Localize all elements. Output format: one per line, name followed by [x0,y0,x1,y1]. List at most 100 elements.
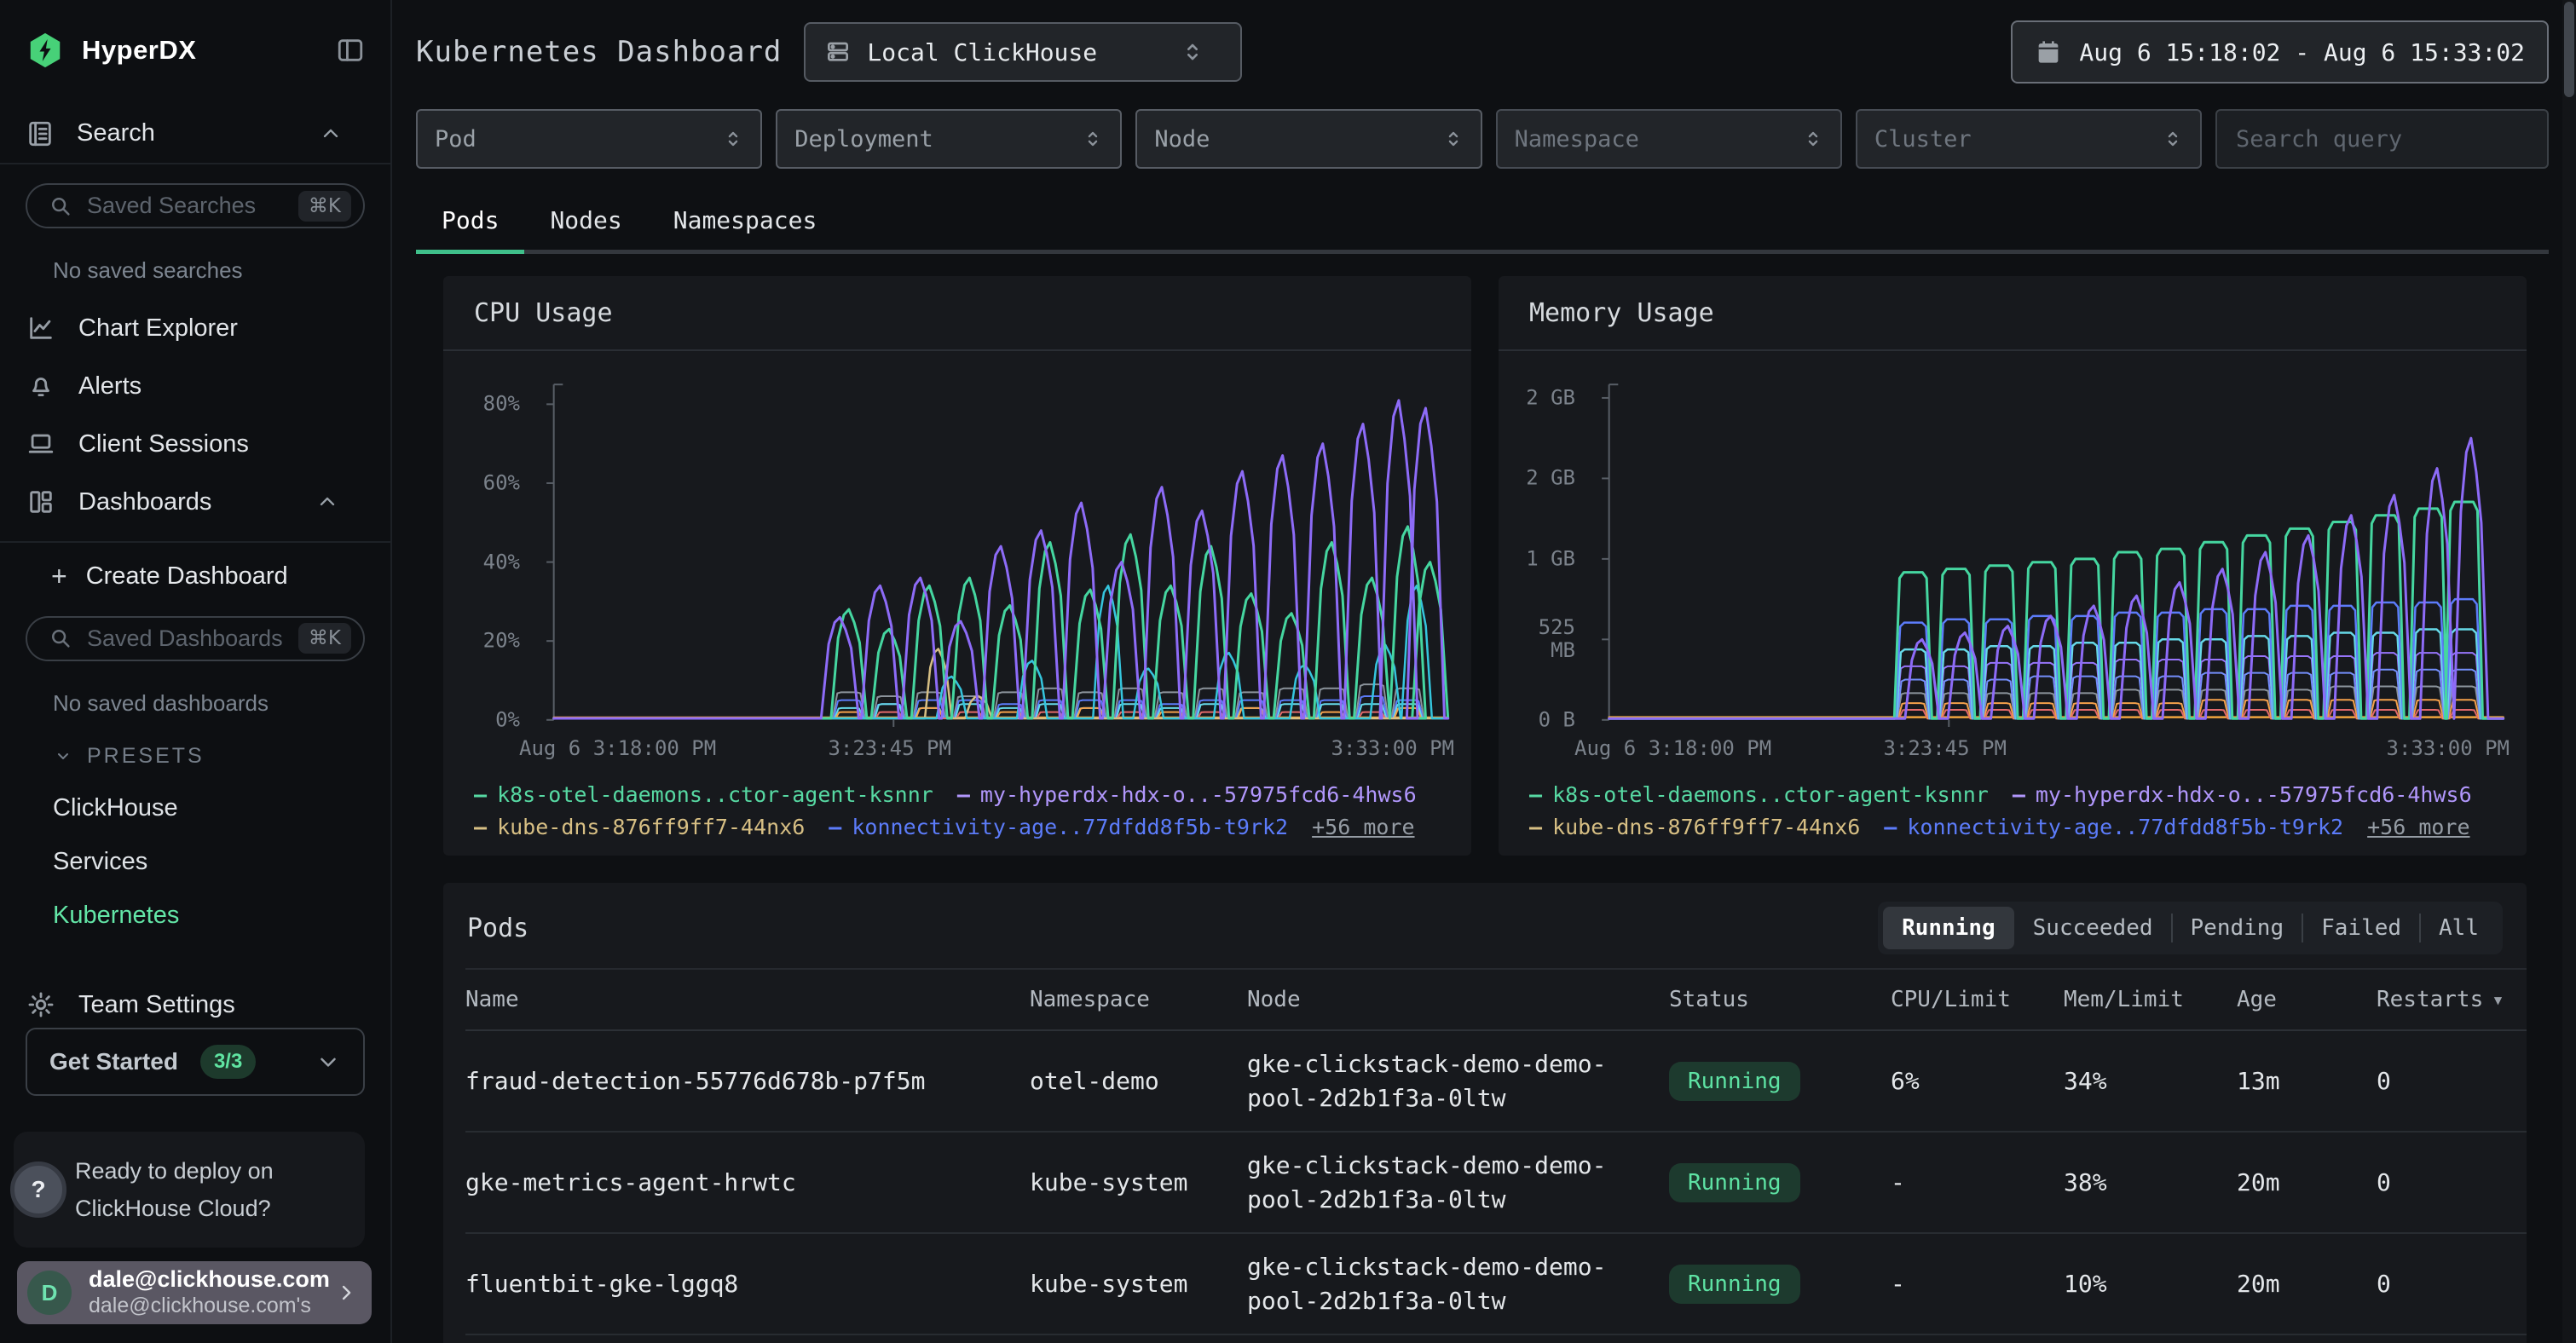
chart-explorer-icon [26,314,56,343]
pods-table: NameNamespaceNodeStatusCPU/LimitMem/Limi… [443,968,2527,1343]
presets-toggle[interactable]: PRESETS [53,744,390,769]
promo-line-1: Ready to deploy on [75,1152,351,1190]
legend-more-link[interactable]: +56 more [1312,811,1414,844]
filter-select-node[interactable]: Node [1135,109,1481,169]
y-axis-label: 60% [443,471,520,494]
tab-pods[interactable]: Pods [416,187,524,250]
get-started-label: Get Started [49,1048,178,1075]
sidebar-item-team-settings[interactable]: Team Settings [0,983,390,1028]
datasource-select[interactable]: Local ClickHouse [804,22,1242,82]
sidebar-collapse-button[interactable] [336,36,365,65]
table-row[interactable]: gke-metrics-agent-hrwtckube-systemgke-cl… [465,1133,2527,1234]
preset-list: ClickHouse Services Kubernetes [0,769,390,930]
date-range-picker[interactable]: Aug 6 15:18:02 - Aug 6 15:33:02 [2011,20,2549,84]
column-header-status[interactable]: Status [1669,987,1891,1012]
sidebar-preset-kubernetes[interactable]: Kubernetes [53,902,390,930]
status-filter-succeeded[interactable]: Succeeded [2014,907,2172,949]
cell-namespace: kube-system [1030,1168,1247,1196]
shortcut-badge: ⌘K [298,623,351,654]
tab-nodes[interactable]: Nodes [524,187,647,250]
cell-cpu-limit: - [1891,1270,2064,1298]
sidebar-item-dashboards[interactable]: Dashboards [0,473,390,531]
scrollbar-track[interactable] [2562,0,2576,1343]
cell-node: gke-clickstack-demo-demo- [1247,1335,1669,1343]
cell-age: 13m [2237,1067,2377,1095]
search-query-input[interactable] [2215,109,2549,169]
y-axis-label: 0 B [1499,708,1575,731]
y-axis: 0%20%40%60%80% [443,378,530,727]
cell-cpu-limit: - [1891,1168,2064,1196]
legend-row: —k8s-otel-daemons..ctor-agent-ksnnr—my-h… [474,779,1451,811]
status-filter-all[interactable]: All [2420,907,2498,949]
legend-more-link[interactable]: +56 more [2367,811,2469,844]
get-started-button[interactable]: Get Started 3/3 [26,1028,365,1096]
filter-select-namespace[interactable]: Namespace [1496,109,1842,169]
legend-item: —konnectivity-age..77dfdd8f5b-t9rk2 [1884,811,2343,844]
create-dashboard-button[interactable]: + Create Dashboard [0,555,390,597]
sort-caret-icon: ▾ [2492,988,2504,1012]
calendar-icon [2035,38,2062,66]
x-axis-label-end: 3:33:00 PM [2387,736,2510,760]
filter-select-label: Pod [435,126,477,153]
table-row[interactable]: fraud-detection-55776d678b-p7f5motel-dem… [465,1031,2527,1133]
saved-dashboards-input[interactable]: Saved Dashboards ⌘K [26,616,365,661]
cell-name: fluentbit-gke-lggq8 [465,1270,1030,1298]
status-filter-failed[interactable]: Failed [2302,907,2420,949]
cell-namespace: otel-demo [1030,1067,1247,1095]
plus-icon: + [51,562,67,590]
laptop-icon [26,429,56,458]
x-axis-label-mid: 3:23:45 PM [1883,736,2007,760]
chart-plot [545,378,1453,727]
x-axis: Aug 6 3:18:00 PM 3:23:45 PM 3:33:00 PM [545,736,1453,764]
table-row[interactable]: gke-clickstack-demo-demo- [465,1335,2527,1343]
sidebar-item-search[interactable]: Search [0,114,390,153]
y-axis-label: 0% [443,708,520,731]
search-icon [48,193,73,219]
sidebar-item-client-sessions[interactable]: Client Sessions [0,415,390,473]
help-bubble-icon[interactable]: ? [10,1161,66,1218]
user-menu[interactable]: D dale@clickhouse.com dale@clickhouse.co… [17,1261,372,1324]
status-filter-running[interactable]: Running [1883,907,2014,949]
filter-select-cluster[interactable]: Cluster [1856,109,2202,169]
page-title: Kubernetes Dashboard [416,35,782,69]
cell-age: 20m [2237,1168,2377,1196]
filter-select-deployment[interactable]: Deployment [776,109,1122,169]
status-filter-group: RunningSucceededPendingFailedAll [1878,902,2503,954]
no-saved-searches-note: No saved searches [53,257,390,284]
column-header-age[interactable]: Age [2237,987,2377,1012]
y-axis-label: 1 GB [1499,547,1575,570]
column-header-mem-limit[interactable]: Mem/Limit [2064,987,2237,1012]
status-filter-pending[interactable]: Pending [2172,907,2303,949]
cell-status: Running [1669,1163,1891,1202]
table-row[interactable]: fluentbit-gke-lggq8kube-systemgke-clicks… [465,1234,2527,1335]
sidebar-item-chart-explorer[interactable]: Chart Explorer [0,299,390,357]
divider [0,541,390,543]
table-header-row: NameNamespaceNodeStatusCPU/LimitMem/Limi… [465,968,2527,1031]
saved-searches-input[interactable]: Saved Searches ⌘K [26,183,365,228]
presets-label: PRESETS [87,744,205,769]
legend-swatch: — [474,811,487,844]
column-header-cpu-limit[interactable]: CPU/Limit [1891,987,2064,1012]
topbar: Kubernetes Dashboard Local ClickHouse Au… [416,0,2549,104]
legend-swatch: — [2013,779,2025,811]
bell-icon [26,372,56,401]
chart-legend: —k8s-otel-daemons..ctor-agent-ksnnr—my-h… [474,779,1451,844]
column-header-node[interactable]: Node [1247,987,1669,1012]
filter-select-label: Deployment [794,126,933,153]
column-header-restarts[interactable]: Restarts▾ [2377,987,2527,1012]
x-axis-label-start: Aug 6 3:18:00 PM [519,736,716,760]
sidebar-preset-clickhouse[interactable]: ClickHouse [53,794,390,822]
filter-select-pod[interactable]: Pod [416,109,762,169]
chevron-updown-icon [1081,127,1105,151]
search-icon [48,625,73,651]
promo-line-2: ClickHouse Cloud? [75,1190,351,1227]
column-header-name[interactable]: Name [465,987,1030,1012]
sidebar-item-alerts[interactable]: Alerts [0,357,390,415]
column-header-namespace[interactable]: Namespace [1030,987,1247,1012]
legend-item: —my-hyperdx-hdx-o..-57975fcd6-4hws6 [2013,779,2472,811]
filter-bar: Pod Deployment NodeNamespaceCluster [416,109,2549,169]
scrollbar-thumb[interactable] [2564,2,2574,97]
cloud-promo-card[interactable]: ? Ready to deploy on ClickHouse Cloud? [26,1132,365,1248]
sidebar-preset-services[interactable]: Services [53,848,390,876]
tab-namespaces[interactable]: Namespaces [648,187,843,250]
